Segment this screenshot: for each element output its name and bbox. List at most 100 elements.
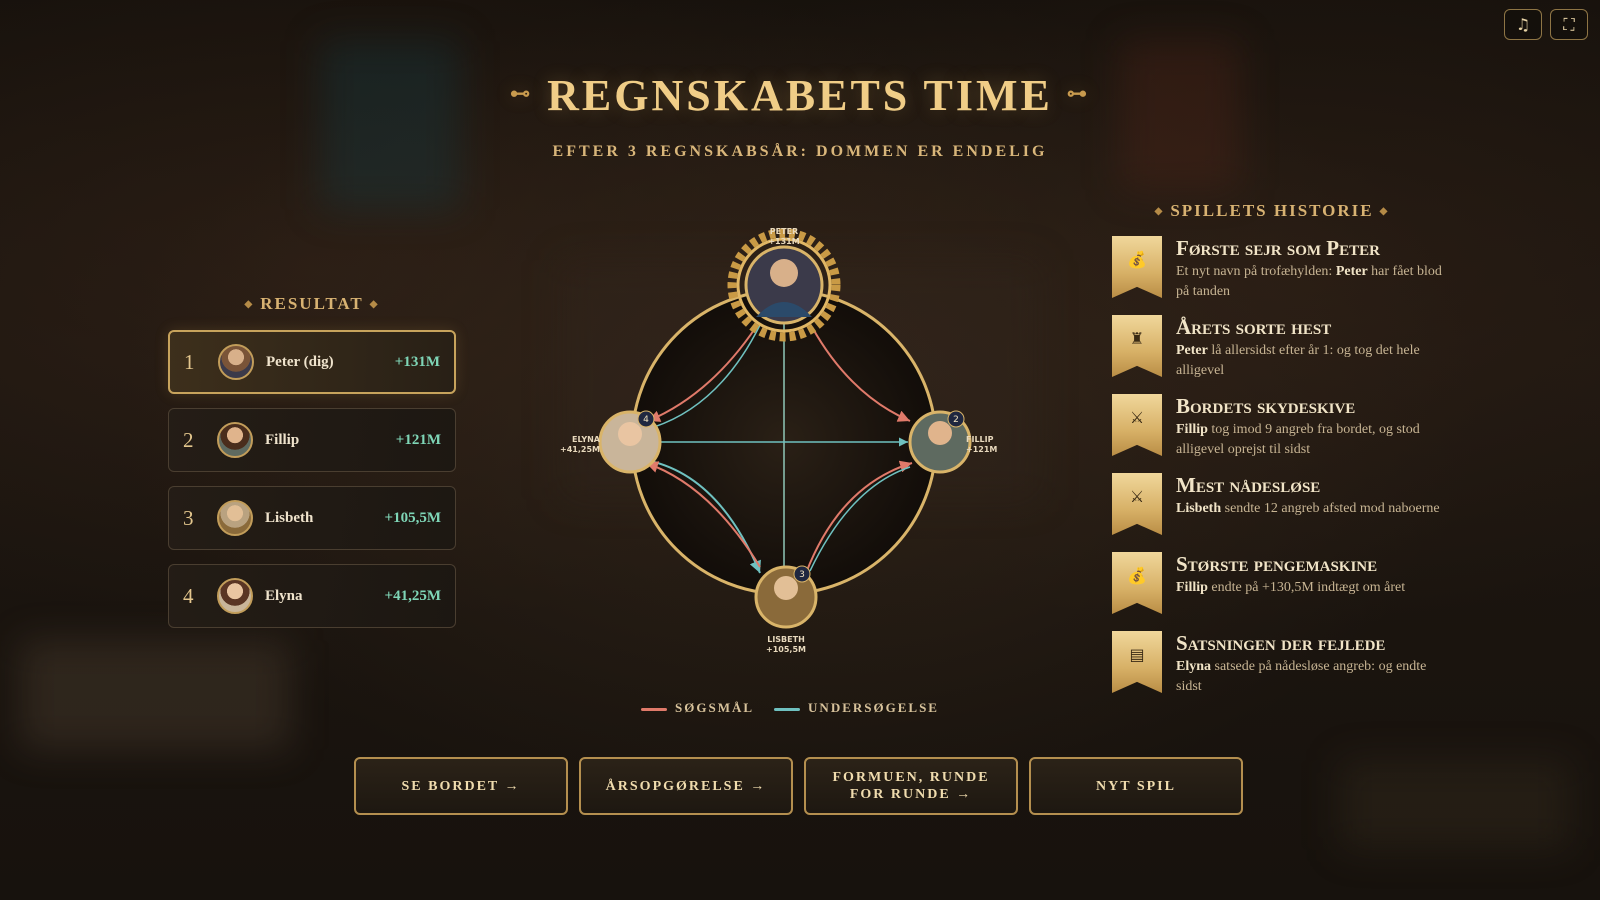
node-name: PETER: [769, 227, 799, 236]
page-subtitle: EFTER 3 REGNSKABSÅR: DOMMEN ER ENDELIG: [552, 143, 1048, 160]
node-name: ELYNA: [572, 435, 600, 444]
ledger-icon: ▤: [1112, 631, 1162, 693]
history-desc: Peter lå allersidst efter år 1: og tog d…: [1176, 341, 1444, 381]
see-table-button[interactable]: SE BORDET →: [354, 757, 568, 815]
money-bag-icon: 💰: [1112, 236, 1162, 298]
history-desc-post: tog imod 9 angreb fra bordet, og stod al…: [1176, 422, 1420, 457]
avatar: [217, 578, 253, 614]
crossed-swords-icon: ⚔: [1112, 394, 1162, 456]
player-value: +131M: [394, 353, 440, 370]
result-row-2[interactable]: 2 Fillip +121M: [168, 408, 456, 472]
history-title: Mest nådesløse: [1176, 473, 1321, 497]
history-item: 💰 Første sejr som Peter Et nyt navn på t…: [1112, 236, 1444, 306]
history-heading: ◆ SPILLETS HISTORIE ◆: [1112, 201, 1432, 221]
throne-icon: ♜: [1112, 315, 1162, 377]
page-title-text: REGNSKABETS TIME: [547, 71, 1053, 120]
action-bar: SE BORDET → ÅRSOPGØRELSE → FORMUEN, RUND…: [354, 757, 1243, 815]
player-name: Lisbeth: [265, 509, 314, 526]
history-desc-post: lå allersidst efter år 1: og tog det hel…: [1176, 343, 1420, 378]
legend-lawsuit: SØGSMÅL: [641, 700, 754, 716]
player-name: Fillip: [265, 431, 300, 448]
rank-number: 4: [183, 583, 194, 608]
new-game-button[interactable]: NYT SPIL: [1029, 757, 1243, 815]
node-value: +105,5M: [766, 645, 806, 654]
results-heading: ◆ RESULTAT ◆: [168, 294, 456, 314]
diamond-icon: ◆: [1379, 206, 1390, 217]
legend-lawsuit-label: SØGSMÅL: [675, 700, 755, 715]
diagram-legend: SØGSMÅL UNDERSØGELSE: [640, 700, 940, 716]
annual-report-button[interactable]: ÅRSOPGØRELSE →: [579, 757, 793, 815]
history-desc-post: endte på +130,5M indtægt om året: [1207, 580, 1406, 595]
history-item: ▤ Satsningen der fejlede Elyna satsede p…: [1112, 631, 1444, 701]
history-item: ⚔ Bordets skydeskive Fillip tog imod 9 a…: [1112, 394, 1444, 464]
node-value: +41,25M: [560, 445, 600, 454]
title-ornament-right-icon: ⊶: [1066, 83, 1090, 106]
page-title: ⊷ REGNSKABETS TIME ⊶: [0, 70, 1600, 121]
title-ornament-left-icon: ⊷: [510, 83, 534, 106]
history-desc: Fillip endte på +130,5M indtægt om året: [1176, 578, 1444, 598]
rank-number: 3: [183, 505, 194, 530]
history-desc-bold: Peter: [1176, 343, 1208, 358]
badge-elyna: 4: [643, 415, 649, 425]
top-controls: ♫ ⛶: [1504, 9, 1588, 40]
fortune-rounds-button[interactable]: FORMUEN, RUNDE FOR RUNDE →: [804, 757, 1018, 815]
history-title: Satsningen der fejlede: [1176, 631, 1386, 655]
history-desc: Et nyt navn på trofæhylden: Peter har få…: [1176, 262, 1444, 302]
node-name: LISBETH: [767, 635, 805, 644]
legend-investigation-label: UNDERSØGELSE: [808, 700, 939, 715]
music-icon[interactable]: ♫: [1504, 9, 1542, 40]
history-title: Første sejr som Peter: [1176, 236, 1380, 260]
history-desc-post: sendte 12 angreb afsted mod naboerne: [1221, 501, 1440, 516]
history-desc: Elyna satsede på nådesløse angreb: og en…: [1176, 657, 1444, 697]
rivalry-diagram-svg: 2 4 3: [598, 228, 972, 629]
label-elyna: ELYNA +41,25M: [560, 435, 600, 455]
history-desc-bold: Fillip: [1176, 580, 1208, 595]
history-list: 💰 Første sejr som Peter Et nyt navn på t…: [1112, 236, 1444, 710]
node-name: FILLIP: [966, 435, 994, 444]
money-bag-icon: 💰: [1112, 552, 1162, 614]
legend-investigation: UNDERSØGELSE: [774, 700, 939, 716]
avatar: [217, 500, 253, 536]
badge-fillip: 2: [953, 415, 959, 425]
result-row-1[interactable]: 1 Peter (dig) +131M: [168, 330, 456, 394]
results-list: 1 Peter (dig) +131M 2 Fillip +121M 3 Lis…: [168, 330, 456, 642]
legend-investigation-swatch: [774, 707, 801, 711]
node-value: +121M: [966, 445, 998, 454]
history-desc-bold: Elyna: [1176, 659, 1212, 674]
result-row-3[interactable]: 3 Lisbeth +105,5M: [168, 486, 456, 550]
history-desc-post: satsede på nådesløse angreb: og endte si…: [1176, 659, 1427, 694]
history-desc-bold: Fillip: [1176, 422, 1208, 437]
rank-number: 1: [184, 349, 195, 374]
node-elyna[interactable]: [598, 410, 662, 474]
avatar: [218, 344, 254, 380]
history-title: Bordets skydeskive: [1176, 394, 1356, 418]
node-lisbeth[interactable]: [754, 565, 818, 629]
history-item: ⚔ Mest nådesløse Lisbeth sendte 12 angre…: [1112, 473, 1444, 543]
result-row-4[interactable]: 4 Elyna +41,25M: [168, 564, 456, 628]
crossed-swords-icon: ⚔: [1112, 473, 1162, 535]
node-value: +131M: [768, 237, 800, 246]
player-value: +41,25M: [384, 587, 441, 604]
history-heading-text: SPILLETS HISTORIE: [1170, 201, 1374, 220]
player-value: +105,5M: [384, 509, 441, 526]
history-desc: Lisbeth sendte 12 angreb afsted mod nabo…: [1176, 499, 1444, 519]
node-peter[interactable]: [744, 245, 824, 325]
history-desc-pre: Et nyt navn på trofæhylden:: [1176, 264, 1336, 279]
node-fillip[interactable]: [908, 410, 972, 474]
label-lisbeth: LISBETH +105,5M: [754, 635, 818, 655]
history-desc: Fillip tog imod 9 angreb fra bordet, og …: [1176, 420, 1444, 460]
history-title: Største pengemaskine: [1176, 552, 1378, 576]
history-title: Årets sorte hest: [1176, 315, 1332, 339]
rivalry-diagram: 2 4 3 PETER +131M FILLIP +121M ELYNA +41…: [560, 215, 1000, 660]
diamond-icon: ◆: [244, 299, 255, 310]
legend-lawsuit-swatch: [641, 707, 668, 711]
rank-number: 2: [183, 427, 194, 452]
history-item: ♜ Årets sorte hest Peter lå allersidst e…: [1112, 315, 1444, 385]
player-name: Peter (dig): [266, 353, 334, 370]
diamond-icon: ◆: [1154, 206, 1165, 217]
avatar: [217, 422, 253, 458]
results-heading-text: RESULTAT: [260, 294, 364, 313]
fullscreen-icon[interactable]: ⛶: [1550, 9, 1588, 40]
label-fillip: FILLIP +121M: [966, 435, 1000, 455]
player-value: +121M: [395, 431, 441, 448]
